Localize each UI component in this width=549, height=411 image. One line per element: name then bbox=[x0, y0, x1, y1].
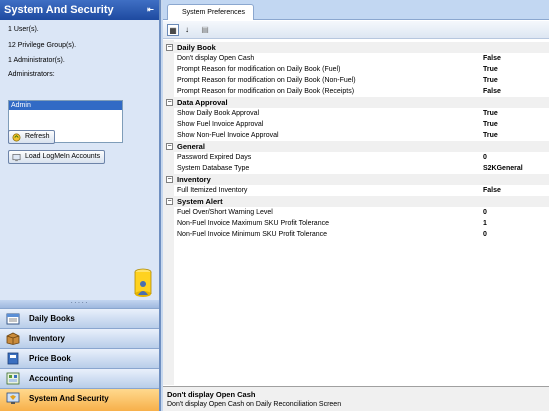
property-row[interactable]: Show Fuel Invoice Approval True bbox=[163, 119, 549, 130]
administrator-item[interactable]: Admin bbox=[9, 101, 122, 110]
collapse-icon[interactable]: − bbox=[166, 176, 173, 183]
property-value[interactable]: False bbox=[483, 185, 501, 196]
property-row[interactable]: Prompt Reason for modification on Daily … bbox=[163, 86, 549, 97]
category-label: Daily Book bbox=[177, 43, 216, 52]
property-value[interactable]: 0 bbox=[483, 207, 487, 218]
left-panel: System And Security ⇤ 1 User(s). 12 Priv… bbox=[0, 0, 161, 411]
property-row[interactable]: Prompt Reason for modification on Daily … bbox=[163, 75, 549, 86]
tab-system-preferences[interactable]: System Preferences bbox=[167, 4, 255, 20]
property-row[interactable]: Full Itemized Inventory False bbox=[163, 185, 549, 196]
property-name: System Database Type bbox=[177, 165, 250, 172]
property-row[interactable]: Fuel Over/Short Warning Level 0 bbox=[163, 207, 549, 218]
category-system-alert[interactable]: − System Alert bbox=[163, 196, 549, 207]
property-name: Full Itemized Inventory bbox=[177, 187, 248, 194]
property-name: Non-Fuel Invoice Maximum SKU Profit Tole… bbox=[177, 220, 329, 227]
accounting-icon bbox=[6, 372, 20, 385]
category-label: General bbox=[177, 142, 205, 151]
load-logmein-accounts-button[interactable]: Load LogMeIn Accounts bbox=[8, 150, 106, 164]
property-name: Password Expired Days bbox=[177, 154, 252, 161]
property-pages-icon[interactable]: ▤ bbox=[199, 24, 211, 36]
tab-label: System Preferences bbox=[182, 9, 246, 16]
property-name: Prompt Reason for modification on Daily … bbox=[177, 66, 341, 73]
nav-accounting[interactable]: Accounting bbox=[0, 368, 159, 388]
refresh-icon bbox=[12, 133, 21, 142]
property-grid: − Daily Book Don't display Open Cash False… bbox=[163, 40, 549, 385]
property-name: Prompt Reason for modification on Daily … bbox=[177, 77, 356, 84]
property-name: Prompt Reason for modification on Daily … bbox=[177, 88, 355, 95]
daily-books-icon bbox=[6, 313, 20, 325]
category-label: Inventory bbox=[177, 175, 211, 184]
logmein-label: Load LogMeIn Accounts bbox=[25, 153, 101, 160]
property-name: Fuel Over/Short Warning Level bbox=[177, 209, 273, 216]
property-name: Show Daily Book Approval bbox=[177, 110, 260, 117]
pin-icon[interactable]: ⇤ bbox=[146, 5, 155, 14]
nav-label: Daily Books bbox=[29, 314, 75, 323]
left-panel-header: System And Security ⇤ bbox=[0, 0, 159, 20]
left-panel-body: 1 User(s). 12 Privilege Group(s). 1 Admi… bbox=[0, 20, 159, 300]
property-row[interactable]: System Database Type S2KGeneral bbox=[163, 163, 549, 174]
nav-price-book[interactable]: Price Book bbox=[0, 348, 159, 368]
category-label: Data Approval bbox=[177, 98, 228, 107]
property-name: Non-Fuel Invoice Minimum SKU Profit Tole… bbox=[177, 231, 328, 238]
description-title: Don't display Open Cash bbox=[167, 390, 256, 399]
category-label: System Alert bbox=[177, 197, 223, 206]
property-value[interactable]: True bbox=[483, 108, 498, 119]
nav-label: Inventory bbox=[29, 334, 66, 343]
property-row[interactable]: Don't display Open Cash False bbox=[163, 53, 549, 64]
users-info: 1 User(s). bbox=[8, 26, 39, 33]
category-general[interactable]: − General bbox=[163, 141, 549, 152]
inventory-box-icon bbox=[6, 332, 20, 345]
tab-strip: System Preferences bbox=[163, 0, 549, 20]
system-security-icon bbox=[6, 392, 20, 404]
property-value[interactable]: True bbox=[483, 130, 498, 141]
refresh-label: Refresh bbox=[25, 133, 50, 140]
property-value[interactable]: S2KGeneral bbox=[483, 163, 523, 174]
property-name: Show Non-Fuel Invoice Approval bbox=[177, 132, 279, 139]
sort-alphabetical-icon[interactable]: ↓ bbox=[181, 24, 193, 36]
property-name: Don't display Open Cash bbox=[177, 55, 255, 62]
property-row[interactable]: Prompt Reason for modification on Daily … bbox=[163, 64, 549, 75]
nav-daily-books[interactable]: Daily Books bbox=[0, 308, 159, 328]
database-user-icon bbox=[134, 268, 152, 297]
description-panel: Don't display Open Cash Don't display Op… bbox=[163, 386, 549, 411]
property-name: Show Fuel Invoice Approval bbox=[177, 121, 264, 128]
property-grid-toolbar: ▦ ↓ ▤ bbox=[163, 21, 549, 39]
collapse-icon[interactable]: − bbox=[166, 143, 173, 150]
property-value[interactable]: 0 bbox=[483, 229, 487, 240]
categorized-icon[interactable]: ▦ bbox=[167, 24, 179, 36]
property-value[interactable]: False bbox=[483, 53, 501, 64]
price-book-icon bbox=[7, 352, 19, 365]
property-value[interactable]: True bbox=[483, 64, 498, 75]
admins-info: 1 Administrator(s). bbox=[8, 57, 65, 64]
collapse-icon[interactable]: − bbox=[166, 198, 173, 205]
main-panel: System Preferences ▦ ↓ ▤ − Daily Book Don… bbox=[163, 0, 549, 411]
property-value[interactable]: False bbox=[483, 86, 501, 97]
nav-system-and-security[interactable]: System And Security bbox=[0, 388, 159, 411]
property-value[interactable]: 0 bbox=[483, 152, 487, 163]
property-value[interactable]: 1 bbox=[483, 218, 487, 229]
refresh-button[interactable]: Refresh bbox=[8, 130, 55, 144]
category-daily-book[interactable]: − Daily Book bbox=[163, 42, 549, 53]
panel-splitter[interactable]: ····· bbox=[0, 299, 159, 308]
collapse-icon[interactable]: − bbox=[166, 99, 173, 106]
nav-label: Price Book bbox=[29, 354, 71, 363]
description-text: Don't display Open Cash on Daily Reconci… bbox=[167, 401, 342, 408]
collapse-icon[interactable]: − bbox=[166, 44, 173, 51]
groups-info: 12 Privilege Group(s). bbox=[8, 42, 77, 49]
category-data-approval[interactable]: − Data Approval bbox=[163, 97, 549, 108]
property-row[interactable]: Show Non-Fuel Invoice Approval True bbox=[163, 130, 549, 141]
property-row[interactable]: Non-Fuel Invoice Maximum SKU Profit Tole… bbox=[163, 218, 549, 229]
property-row[interactable]: Show Daily Book Approval True bbox=[163, 108, 549, 119]
property-value[interactable]: True bbox=[483, 75, 498, 86]
category-inventory[interactable]: − Inventory bbox=[163, 174, 549, 185]
logmein-icon bbox=[12, 154, 21, 162]
nav-label: Accounting bbox=[29, 374, 73, 383]
admins-label: Administrators: bbox=[8, 71, 55, 78]
left-panel-title: System And Security bbox=[4, 4, 114, 16]
property-row[interactable]: Password Expired Days 0 bbox=[163, 152, 549, 163]
property-value[interactable]: True bbox=[483, 119, 498, 130]
nav-label: System And Security bbox=[29, 394, 109, 403]
nav-inventory[interactable]: Inventory bbox=[0, 328, 159, 348]
property-row[interactable]: Non-Fuel Invoice Minimum SKU Profit Tole… bbox=[163, 229, 549, 240]
